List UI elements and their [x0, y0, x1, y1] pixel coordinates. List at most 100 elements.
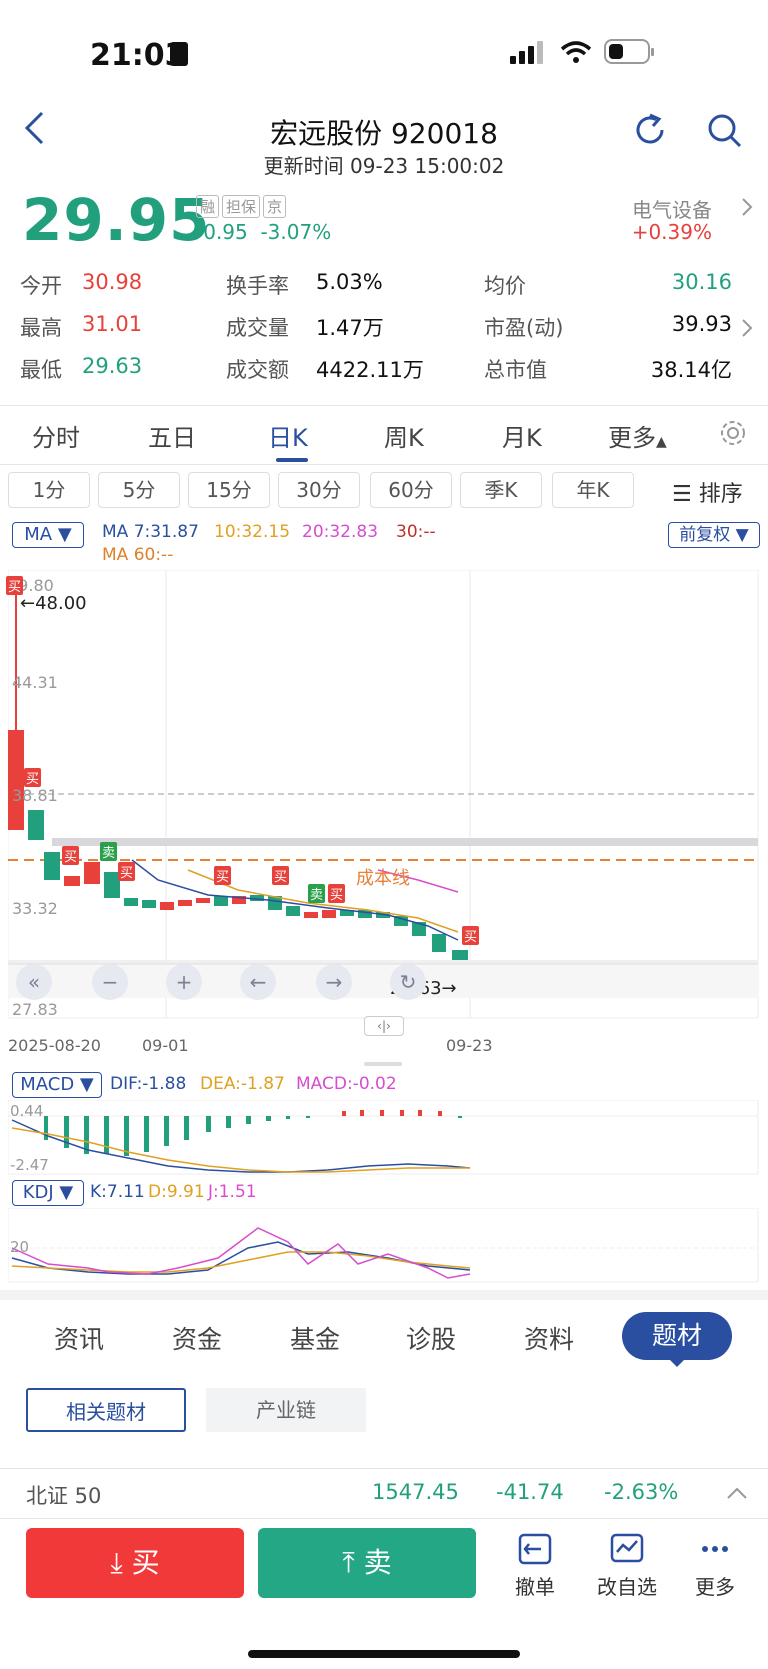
chevron-right-icon[interactable]: [740, 317, 754, 339]
kdj-y-mark: 20: [10, 1238, 30, 1256]
buy-marker: 买: [272, 866, 290, 885]
stat-value: 29.63: [82, 354, 143, 378]
stat-value: 30.98: [82, 270, 143, 294]
interval-15min[interactable]: 15分: [188, 472, 270, 508]
refresh-icon[interactable]: [632, 112, 668, 148]
y-label-4: 33.32: [12, 899, 58, 918]
buy-arrow-icon: ⤓: [110, 1546, 123, 1579]
index-pct: -2.63%: [604, 1480, 679, 1504]
cost-line-label: 成本线: [356, 868, 410, 889]
kline-chart[interactable]: [8, 570, 760, 1020]
cancel-order-button[interactable]: 撤单: [500, 1532, 570, 1600]
interval-year[interactable]: 年K: [552, 472, 634, 508]
gear-icon[interactable]: [718, 418, 748, 448]
interval-30min[interactable]: 30分: [278, 472, 360, 508]
subtab-industry-chain[interactable]: 产业链: [206, 1388, 366, 1432]
stat-value: 4422.11万: [316, 358, 424, 382]
high-marker: ←48.00: [20, 593, 87, 614]
stat-label: 最低: [20, 358, 62, 382]
buy-marker: 买: [118, 862, 136, 881]
sort-button[interactable]: ☰ 排序: [672, 476, 743, 508]
adjust-selector[interactable]: 前复权 ▼: [668, 522, 760, 548]
more-dots-icon: [702, 1546, 728, 1552]
date-end: 09-23: [446, 1036, 493, 1055]
interval-5min[interactable]: 5分: [98, 472, 180, 508]
edit-chart-icon: [610, 1533, 644, 1563]
tab-funds[interactable]: 资金: [172, 1320, 222, 1356]
chevron-up-icon[interactable]: [726, 1486, 748, 1500]
index-change: -41.74: [496, 1480, 564, 1504]
rewind-button[interactable]: «: [16, 964, 52, 1000]
sector-name[interactable]: 电气设备: [632, 194, 712, 223]
sector-change: +0.39%: [631, 220, 712, 244]
tab-diagnose[interactable]: 诊股: [406, 1320, 456, 1356]
ma-selector[interactable]: MA ▼: [12, 522, 84, 548]
ma-selector-label: MA: [24, 524, 53, 545]
more-label: 更多: [695, 1575, 735, 1599]
macd-chart: [8, 1100, 759, 1175]
macd-dea: DEA:-1.87: [200, 1074, 285, 1094]
active-tab-indicator: [276, 458, 308, 462]
tag-margin: 融: [196, 195, 220, 218]
price-change: -0.95 -3.07%: [196, 220, 332, 244]
tab-more[interactable]: 更多▲: [608, 418, 667, 453]
zoom-out-button[interactable]: −: [92, 964, 128, 1000]
stat-label: 成交量: [226, 316, 289, 340]
tab-weekly-k[interactable]: 周K: [384, 418, 424, 453]
date-mid: 09-01: [142, 1036, 189, 1055]
tab-fund[interactable]: 基金: [290, 1320, 340, 1356]
kdj-selector[interactable]: KDJ ▼: [12, 1180, 84, 1206]
edit-watchlist-button[interactable]: 改自选: [592, 1532, 662, 1600]
macd-y-top: 0.44: [10, 1102, 44, 1120]
scroll-handle[interactable]: ‹|›: [364, 1016, 404, 1036]
stat-value: 31.01: [82, 312, 143, 336]
drag-handle[interactable]: [364, 1062, 402, 1066]
tab-theme[interactable]: 题材: [622, 1312, 732, 1360]
interval-1min[interactable]: 1分: [8, 472, 90, 508]
buy-marker: 买: [62, 846, 80, 865]
tab-intraday[interactable]: 分时: [32, 418, 80, 453]
tab-monthly-k[interactable]: 月K: [502, 418, 542, 453]
macd-y-bottom: -2.47: [10, 1156, 49, 1174]
ma7-value: MA 7:31.87: [102, 522, 199, 542]
y-label-2: 44.31: [12, 673, 58, 692]
tag-exchange: 京: [263, 195, 287, 218]
stat-label: 总市值: [484, 358, 547, 382]
tab-daily-k[interactable]: 日K: [268, 418, 308, 453]
buy-marker: 买: [24, 768, 42, 787]
search-icon[interactable]: [706, 112, 744, 150]
kdj-j: J:1.51: [208, 1182, 257, 1202]
tab-news[interactable]: 资讯: [54, 1320, 104, 1356]
tag-collateral: 担保: [222, 195, 261, 218]
id-badge-icon: [170, 42, 188, 66]
pan-left-button[interactable]: ←: [240, 964, 276, 1000]
zoom-in-button[interactable]: +: [166, 964, 202, 1000]
tab-more-label: 更多: [608, 424, 656, 452]
macd-selector[interactable]: MACD ▼: [12, 1072, 102, 1098]
interval-quarter[interactable]: 季K: [460, 472, 542, 508]
pan-right-button[interactable]: →: [316, 964, 352, 1000]
subtab-related-theme[interactable]: 相关题材: [26, 1388, 186, 1432]
reset-button[interactable]: ↻: [390, 964, 426, 1000]
kdj-selector-label: KDJ: [22, 1182, 54, 1203]
y-label-5: 27.83: [12, 1000, 58, 1019]
tab-profile[interactable]: 资料: [524, 1320, 574, 1356]
sell-button[interactable]: ⤒ 卖: [258, 1528, 476, 1598]
chevron-right-icon[interactable]: [740, 196, 754, 218]
ma60-value: MA 60:--: [102, 545, 174, 565]
stat-value: 38.14亿: [650, 358, 732, 382]
more-button[interactable]: 更多: [680, 1532, 750, 1600]
index-name: 北证 50: [26, 1484, 102, 1508]
tab-five-day[interactable]: 五日: [148, 418, 196, 453]
sell-arrow-icon: ⤒: [342, 1546, 355, 1579]
sell-marker: 卖: [308, 884, 326, 903]
battery-icon: [604, 39, 654, 64]
caret-up-icon: ▲: [656, 434, 667, 450]
interval-60min[interactable]: 60分: [370, 472, 452, 508]
update-time: 更新时间 09-23 15:00:02: [263, 154, 505, 178]
stat-label: 最高: [20, 316, 62, 340]
stat-value: 30.16: [671, 270, 732, 294]
buy-button[interactable]: ⤓ 买: [26, 1528, 244, 1598]
home-indicator[interactable]: [248, 1650, 520, 1658]
tab-pointer: [668, 1358, 686, 1367]
